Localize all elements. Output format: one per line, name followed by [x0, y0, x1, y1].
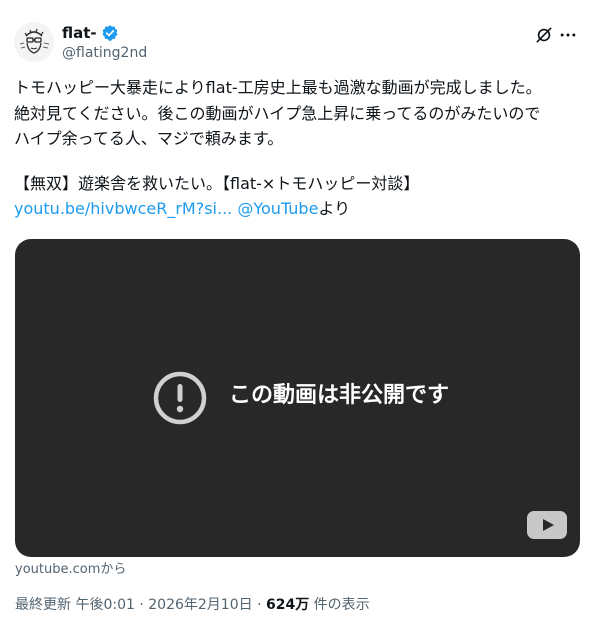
tweet-text: トモハッピー大暴走によりflat-工房史上最も過激な動画が完成しました。 絶対見…	[14, 75, 579, 222]
card-source-label[interactable]: youtube.comから	[15, 561, 126, 579]
tweet-date[interactable]: 2026年2月10日	[148, 597, 252, 613]
author-avatar[interactable]	[14, 22, 54, 62]
youtube-mention[interactable]: @YouTube	[237, 199, 318, 218]
link-line: youtu.be/hivbwceR_rM?si... @YouTubeより	[14, 196, 579, 222]
meta-prefix: 最終更新	[15, 597, 71, 613]
video-title-line: 【無双】遊楽舎を救いたい。【flat-×トモハッピー対談】	[14, 173, 420, 193]
tweet-header: flat- @flating2nd	[14, 18, 579, 66]
grok-icon	[536, 27, 552, 43]
link-suffix: より	[318, 199, 351, 218]
youtube-link[interactable]: youtu.be/hivbwceR_rM?si...	[14, 199, 232, 218]
private-video-message: この動画は非公開です	[229, 383, 450, 408]
author-display-name[interactable]: flat-	[62, 24, 97, 42]
tweet-time[interactable]: 午後0:01	[75, 597, 134, 613]
tweet-text-line: トモハッピー大暴走によりflat-工房史上最も過激な動画が完成しました。	[14, 78, 542, 97]
tweet-text-line: ハイプ余ってる人、マジで頼みます。	[14, 129, 284, 148]
exclamation-circle-icon	[153, 371, 207, 425]
more-options-button[interactable]	[557, 24, 579, 46]
youtube-play-icon[interactable]	[527, 511, 567, 539]
sketch-avatar-icon	[14, 22, 54, 62]
author-handle[interactable]: @flating2nd	[62, 44, 147, 62]
verified-badge-icon	[101, 24, 119, 42]
views-label: 件の表示	[313, 597, 370, 613]
views-count: 624万	[265, 597, 310, 613]
tweet-text-line: 絶対見てください。後この動画がハイプ急上昇に乗ってるのがみたいので	[14, 103, 541, 123]
tweet-meta: 最終更新 午後0:01 · 2026年2月10日 · 624万 件の表示	[15, 595, 370, 615]
author-name-row: flat-	[62, 24, 119, 42]
meta-separator: ·	[139, 597, 144, 613]
more-horizontal-icon	[560, 33, 576, 37]
grok-button[interactable]	[533, 24, 555, 46]
meta-separator: ·	[257, 597, 262, 613]
video-embed-card[interactable]: この動画は非公開です	[15, 239, 580, 557]
